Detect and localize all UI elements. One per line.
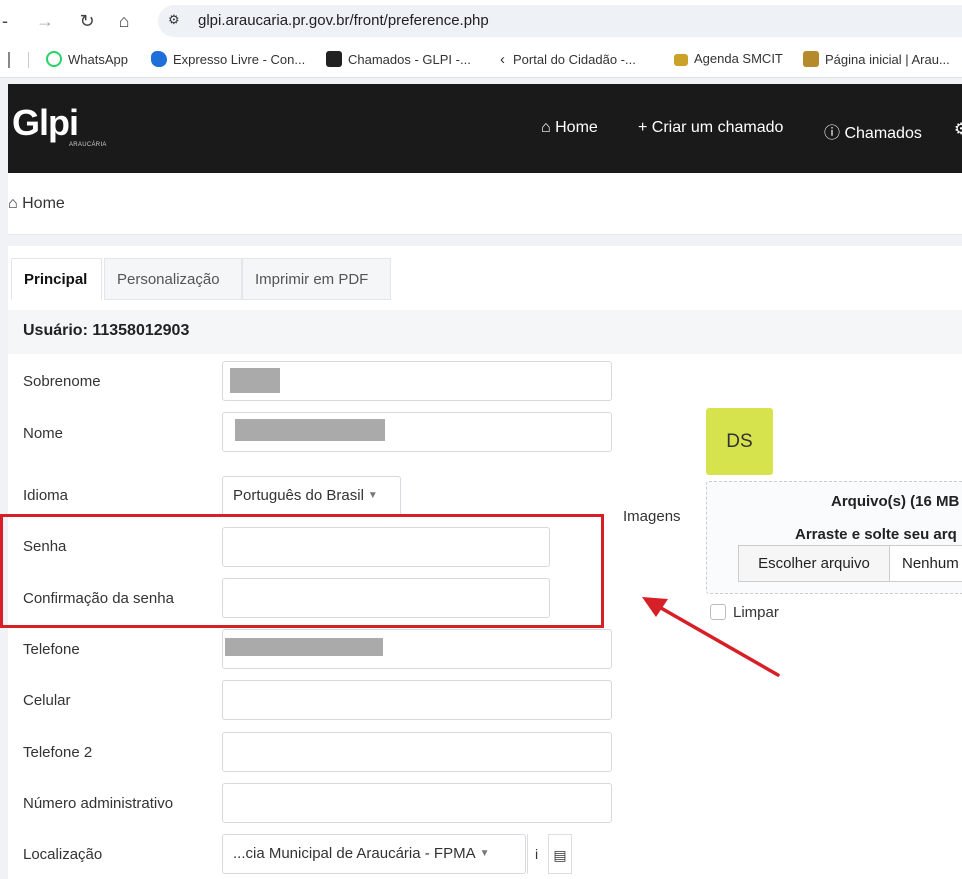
telefone-input[interactable] bbox=[222, 629, 612, 669]
choose-file-button[interactable]: Escolher arquivo bbox=[738, 545, 890, 582]
tab-personalizacao[interactable]: Personalização bbox=[104, 258, 242, 300]
nav-home[interactable]: ⌂ Home bbox=[541, 119, 598, 137]
highlight-rectangle bbox=[0, 514, 604, 628]
url-text: glpi.araucaria.pr.gov.br/front/preferenc… bbox=[198, 12, 489, 29]
label-idioma: Idioma bbox=[23, 487, 69, 504]
nav-create-ticket[interactable]: + Criar um chamado bbox=[638, 119, 783, 137]
glpi-icon bbox=[326, 51, 342, 67]
label-sobrenome: Sobrenome bbox=[23, 373, 101, 390]
file-dropzone[interactable]: Arquivo(s) (16 MB Arraste e solte seu ar… bbox=[706, 481, 962, 594]
home-icon[interactable]: ⌂ bbox=[111, 8, 137, 34]
upload-hint: Arraste e solte seu arq bbox=[795, 526, 957, 543]
bookmark-portal[interactable]: ‹ Portal do Cidadão -... bbox=[500, 51, 636, 68]
chevron-left-icon: ‹ bbox=[500, 51, 505, 68]
reload-icon[interactable]: ↻ bbox=[74, 8, 100, 34]
tab-imprimir-pdf[interactable]: Imprimir em PDF bbox=[242, 258, 391, 300]
home-icon: ⌂ bbox=[541, 119, 551, 136]
bookmark-araucaria[interactable]: Página inicial | Arau... bbox=[803, 51, 950, 67]
site-info-icon[interactable]: ⚙ bbox=[168, 12, 180, 28]
expresso-icon bbox=[151, 51, 167, 67]
user-title-row: Usuário: 11358012903 bbox=[8, 310, 962, 354]
label-telefone: Telefone bbox=[23, 641, 80, 658]
label-celular: Celular bbox=[23, 692, 71, 709]
map-icon[interactable]: ▤ bbox=[548, 834, 572, 874]
avatar: DS bbox=[706, 408, 773, 475]
bookmark-expresso[interactable]: Expresso Livre - Con... bbox=[151, 51, 305, 67]
user-title: Usuário: 11358012903 bbox=[23, 322, 190, 339]
sobrenome-input[interactable] bbox=[222, 361, 612, 401]
nome-input[interactable] bbox=[222, 412, 612, 452]
idioma-select[interactable]: Português do Brasil ▼ bbox=[222, 476, 401, 516]
annotation-arrow-icon bbox=[642, 597, 780, 677]
bookmark-whatsapp[interactable]: WhatsApp bbox=[46, 51, 128, 67]
caret-down-icon: ▼ bbox=[479, 848, 490, 859]
breadcrumb: ⌂ Home bbox=[8, 173, 962, 235]
alert-circle-icon: ⓘ bbox=[824, 125, 841, 142]
label-localizacao: Localização bbox=[23, 846, 103, 863]
label-nome: Nome bbox=[23, 425, 64, 442]
bookmarks-bar: WhatsApp Expresso Livre - Con... Chamado… bbox=[0, 42, 962, 78]
label-numero-admin: Número administrativo bbox=[23, 795, 174, 812]
glpi-logo[interactable]: Glpi bbox=[12, 102, 79, 144]
plus-icon: + bbox=[638, 119, 648, 136]
numero-admin-input[interactable] bbox=[222, 783, 612, 823]
logo-subtitle: ARAUCÁRIA bbox=[69, 142, 107, 148]
redacted-block bbox=[230, 368, 280, 393]
nav-tickets[interactable]: ⓘ Chamados bbox=[824, 119, 922, 143]
back-icon[interactable]: - bbox=[0, 8, 18, 34]
nav-more-icon[interactable]: ⚙ bbox=[954, 119, 962, 139]
tab-principal[interactable]: Principal bbox=[11, 258, 102, 300]
info-icon[interactable]: i bbox=[527, 834, 545, 874]
agenda-icon bbox=[674, 54, 688, 66]
address-bar[interactable]: ⚙ glpi.araucaria.pr.gov.br/front/prefere… bbox=[158, 5, 962, 37]
label-imagens: Imagens bbox=[623, 508, 681, 525]
bookmark-agenda[interactable]: Agenda SMCIT bbox=[674, 51, 783, 66]
redacted-block bbox=[225, 638, 383, 656]
apps-icon[interactable] bbox=[8, 52, 10, 68]
caret-down-icon: ▼ bbox=[367, 490, 378, 501]
bookmark-divider bbox=[28, 52, 29, 68]
breadcrumb-home[interactable]: ⌂ Home bbox=[8, 195, 65, 213]
forward-icon[interactable]: → bbox=[32, 8, 58, 34]
bookmark-glpi[interactable]: Chamados - GLPI -... bbox=[326, 51, 471, 67]
file-name-display: Nenhum bbox=[890, 545, 962, 582]
browser-toolbar: - → ↻ ⌂ ⚙ glpi.araucaria.pr.gov.br/front… bbox=[0, 0, 962, 42]
label-telefone2: Telefone 2 bbox=[23, 744, 93, 761]
telefone2-input[interactable] bbox=[222, 732, 612, 772]
araucaria-icon bbox=[803, 51, 819, 67]
redacted-block bbox=[235, 419, 385, 441]
whatsapp-icon bbox=[46, 51, 62, 67]
upload-title: Arquivo(s) (16 MB bbox=[831, 493, 960, 510]
celular-input[interactable] bbox=[222, 680, 612, 720]
home-outline-icon: ⌂ bbox=[8, 195, 18, 212]
app-header: Glpi ARAUCÁRIA ⌂ Home + Criar um chamado… bbox=[8, 84, 962, 173]
localizacao-select[interactable]: ...cia Municipal de Araucária - FPMA ▼ bbox=[222, 834, 526, 874]
